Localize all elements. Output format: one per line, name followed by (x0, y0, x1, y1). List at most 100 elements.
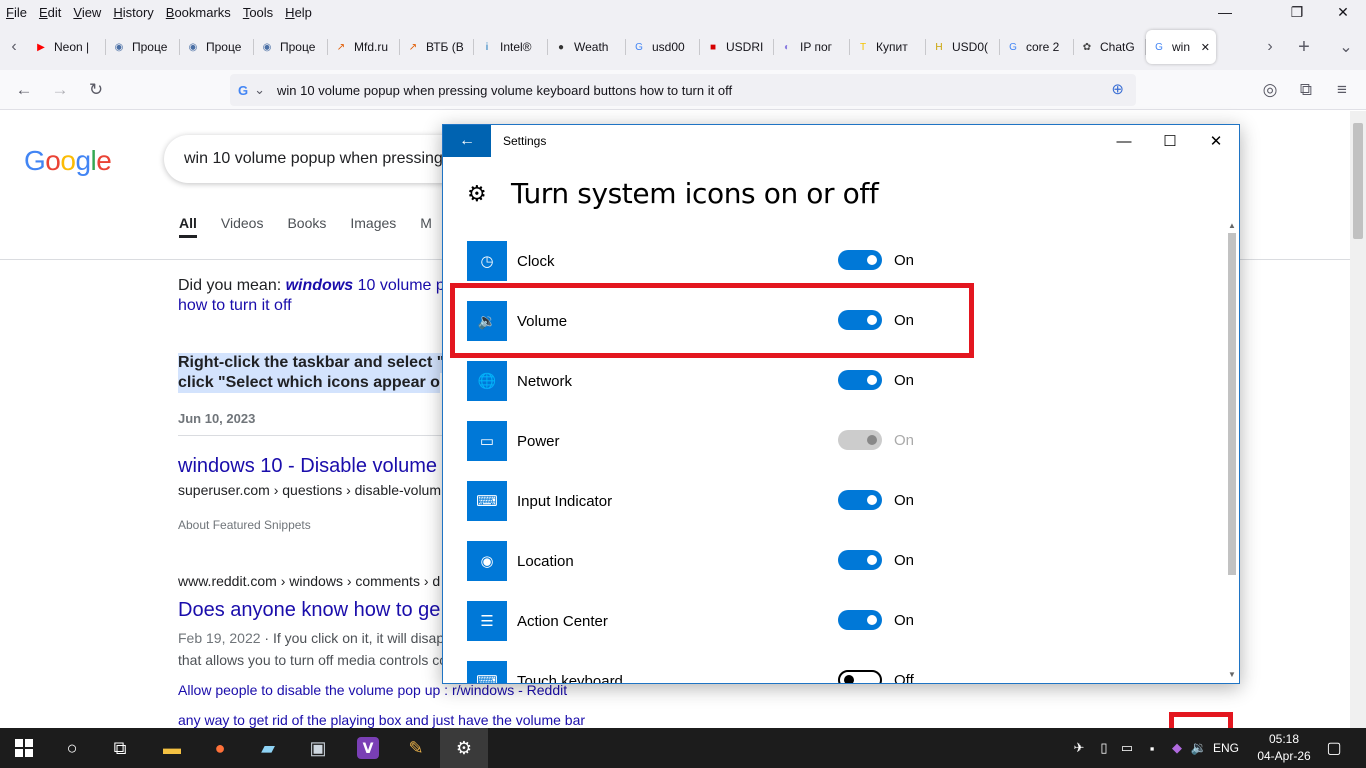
page-scrollbar[interactable] (1350, 111, 1366, 728)
result-snippet-reddit: Feb 19, 2022 · If you click on it, it wi… (178, 630, 445, 646)
did-you-mean-link[interactable]: windows 10 volume p (286, 277, 445, 294)
menu-file[interactable]: File (0, 5, 33, 20)
settings-scrollbar[interactable]: ▲ ▼ (1227, 221, 1237, 679)
browser-tab[interactable]: ● Weath (548, 30, 626, 64)
translate-globe-icon[interactable]: ⊕ (1111, 80, 1124, 98)
app-menu-icon[interactable]: ≡ (1324, 74, 1360, 106)
tab-scroll-left-icon[interactable]: ‹ (0, 30, 28, 64)
back-arrow-icon[interactable]: ← (6, 74, 42, 106)
toggle-switch[interactable] (838, 490, 882, 510)
network-icon[interactable]: ▭ (1116, 728, 1138, 768)
browser-restore-button[interactable]: ❐ (1274, 0, 1320, 24)
browser-tab[interactable]: ◉ Проце (180, 30, 254, 64)
close-tab-icon[interactable]: ✕ (1201, 41, 1210, 54)
result-url-reddit[interactable]: www.reddit.com › windows › comments › d (178, 573, 440, 589)
tab-more[interactable]: M (420, 215, 432, 238)
setting-row-action-center: ☰ Action Center On (467, 601, 987, 641)
search-engine-icon[interactable]: G ⌄ (230, 82, 273, 98)
settings-close-button[interactable]: ✕ (1193, 125, 1239, 157)
tab-list-chevron-down-icon[interactable]: ⌄ (1332, 30, 1360, 64)
menu-help[interactable]: Help (279, 5, 318, 20)
toggle-knob (867, 495, 877, 505)
viber-icon[interactable]: V (344, 728, 392, 768)
start-windows-icon[interactable] (0, 728, 48, 768)
did-you-mean-link-line2[interactable]: how to turn it off (178, 297, 292, 315)
paint-icon[interactable]: ✎ (392, 728, 440, 768)
tab-books[interactable]: Books (287, 215, 326, 238)
address-bar-text[interactable]: win 10 volume popup when pressing volume… (273, 83, 732, 98)
result-title-reddit[interactable]: Does anyone know how to ge (178, 599, 440, 622)
scroll-up-icon[interactable]: ▲ (1227, 221, 1237, 230)
notepad-icon[interactable]: ▰ (244, 728, 292, 768)
scroll-down-icon[interactable]: ▼ (1227, 670, 1237, 679)
toggle-switch[interactable] (838, 250, 882, 270)
reload-icon[interactable]: ↻ (78, 74, 114, 106)
task-view-icon[interactable]: ⧉ (96, 728, 144, 768)
settings-minimize-button[interactable]: — (1101, 125, 1147, 157)
extensions-icon[interactable]: ⧉ (1288, 74, 1324, 106)
back-arrow-icon[interactable]: ← (443, 125, 491, 157)
toggle-switch[interactable] (838, 610, 882, 630)
toggle-switch[interactable] (838, 370, 882, 390)
menu-bookmarks[interactable]: Bookmarks (160, 5, 237, 20)
action-center-icon[interactable]: ▢ (1320, 728, 1348, 768)
browser-tab[interactable]: Gusd00 (626, 30, 700, 64)
menu-edit[interactable]: Edit (33, 5, 67, 20)
menu-tools[interactable]: Tools (237, 5, 279, 20)
google-logo[interactable]: Google (24, 145, 112, 177)
sublink-reddit-2[interactable]: any way to get rid of the playing box an… (178, 712, 585, 728)
browser-tab[interactable]: ◉ Проце (254, 30, 328, 64)
new-tab-icon[interactable]: + (1290, 30, 1318, 64)
file-explorer-icon[interactable]: ▬ (148, 728, 196, 768)
input-language-indicator[interactable]: ENG (1212, 728, 1240, 768)
tab-images[interactable]: Images (350, 215, 396, 238)
browser-tab[interactable]: ↗ Mfd.ru (328, 30, 400, 64)
browser-close-button[interactable]: ✕ (1320, 0, 1366, 24)
browser-tab[interactable]: Gwin ✕ (1146, 30, 1216, 64)
browser-tab[interactable]: i Intel® (474, 30, 548, 64)
tab-all[interactable]: All (179, 215, 197, 238)
browser-tab[interactable]: ■ USDRI (700, 30, 774, 64)
about-featured-snippets[interactable]: About Featured Snippets (178, 518, 311, 532)
airplane-icon[interactable]: ✈ (1068, 728, 1090, 768)
viber-tray-icon[interactable]: ◆ (1168, 728, 1186, 768)
browser-tab[interactable]: ▶ Neon | (28, 30, 106, 64)
account-icon[interactable]: ◎ (1252, 74, 1288, 106)
browser-minimize-button[interactable]: — (1202, 0, 1248, 24)
forward-arrow-icon[interactable]: → (42, 74, 78, 106)
taskbar-clock[interactable]: 05:18 04-Apr-26 (1246, 731, 1322, 765)
address-bar[interactable]: G ⌄ win 10 volume popup when pressing vol… (230, 74, 1136, 106)
settings-gear-icon[interactable]: ⚙ (440, 728, 488, 768)
browser-tab[interactable]: H USD0( (926, 30, 1000, 64)
browser-tab[interactable]: ◉ Проце (106, 30, 180, 64)
tab-videos[interactable]: Videos (221, 215, 264, 238)
browser-tab[interactable]: Gcore 2 (1000, 30, 1074, 64)
volume-icon[interactable]: 🔉 (1188, 728, 1210, 768)
browser-tab[interactable]: ↗ ВТБ (В (400, 30, 474, 64)
scrollbar-thumb[interactable] (1228, 233, 1236, 575)
toggle-switch[interactable] (838, 670, 882, 683)
device-manager-icon[interactable]: ▣ (294, 728, 342, 768)
toggle-switch[interactable] (838, 550, 882, 570)
browser-tab[interactable]: T Купит (850, 30, 926, 64)
scrollbar-thumb[interactable] (1353, 123, 1363, 239)
tray-app-icon[interactable]: ▪ (1142, 728, 1162, 768)
result-url-superuser[interactable]: superuser.com › questions › disable-volu… (178, 482, 441, 498)
menu-history[interactable]: History (107, 5, 159, 20)
firefox-icon[interactable]: ● (196, 728, 244, 768)
browser-tab[interactable]: ◐ IP пог (774, 30, 850, 64)
setting-row-input-indicator: ⌨ Input Indicator On (467, 481, 987, 521)
browser-tab[interactable]: ✿ ChatG (1074, 30, 1146, 64)
sublink-reddit-1[interactable]: Allow people to disable the volume pop u… (178, 682, 567, 698)
result-title-superuser[interactable]: windows 10 - Disable volume (178, 455, 437, 478)
tab-title: Проце (280, 40, 316, 54)
search-circle-icon[interactable]: ○ (48, 728, 96, 768)
tab-favicon-icon: ✿ (1082, 41, 1092, 53)
tab-scroll-right-icon[interactable]: › (1256, 30, 1284, 64)
featured-snippet-line1: Right-click the taskbar and select " (178, 353, 445, 373)
menu-view[interactable]: View (67, 5, 107, 20)
taskbar: ○ ⧉ ▬ ● ▰ ▣ V ✎ ⚙ ✈ ▯ ▭ ▪ ◆ 🔉 ENG 05:18 … (0, 728, 1366, 768)
usb-device-icon[interactable]: ▯ (1094, 728, 1114, 768)
menu-bar: File Edit View History Bookmarks Tools H… (0, 0, 1366, 24)
settings-maximize-button[interactable]: ☐ (1147, 125, 1193, 157)
